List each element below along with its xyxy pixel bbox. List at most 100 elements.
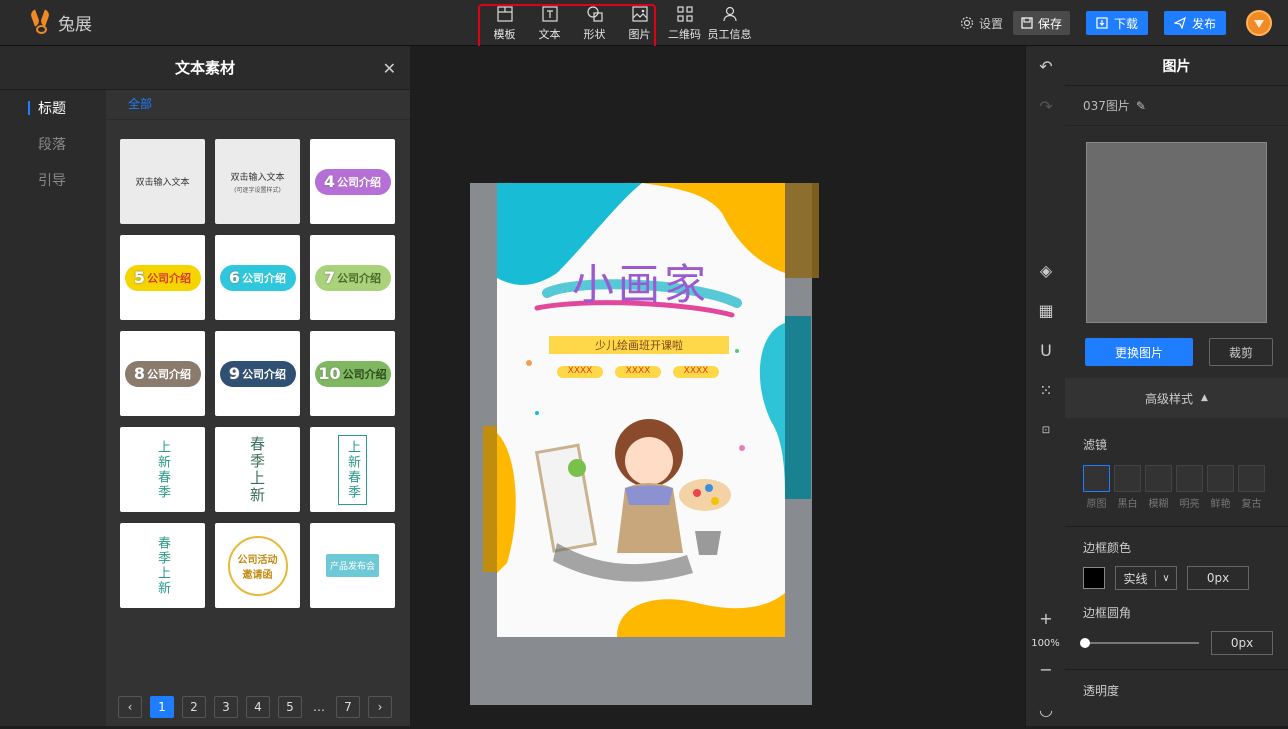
save-button[interactable]: 保存: [1012, 11, 1070, 35]
material-tile[interactable]: 产品发布会: [310, 523, 395, 608]
tool-shape[interactable]: 形状: [572, 0, 617, 46]
page-button[interactable]: 7: [336, 696, 360, 718]
logo-text: 兔展: [58, 14, 92, 35]
poster-tag[interactable]: XXXX: [615, 366, 661, 376]
tile-text: 公司介绍: [242, 367, 287, 381]
poster-tag[interactable]: XXXX: [557, 366, 603, 376]
edit-icon[interactable]: ✎: [1136, 99, 1146, 113]
page-button[interactable]: 5: [278, 696, 302, 718]
poster-tag[interactable]: XXXX: [673, 366, 719, 376]
filter-option[interactable]: 明亮: [1176, 465, 1203, 510]
layers-icon[interactable]: ◈: [1026, 250, 1066, 290]
material-tile[interactable]: 双击输入文本 (可逐字设置样式): [215, 139, 300, 224]
zoom-in-icon[interactable]: +: [1026, 598, 1066, 638]
border-style-select[interactable]: 实线 ∨: [1115, 566, 1177, 590]
avatar-icon: [1254, 20, 1264, 28]
tool-employee[interactable]: 员工信息: [707, 0, 752, 46]
sub-tab-all[interactable]: 全部: [106, 90, 410, 120]
undo-icon[interactable]: ↶: [1026, 46, 1066, 86]
redo-icon[interactable]: ↷: [1026, 86, 1066, 126]
publish-button[interactable]: 发布: [1164, 11, 1226, 35]
category-guide[interactable]: 引导: [0, 162, 106, 198]
prev-page-button[interactable]: ‹: [118, 696, 142, 718]
filter-option[interactable]: 模糊: [1145, 465, 1172, 510]
tile-number: 6: [228, 268, 241, 287]
tool-qrcode[interactable]: 二维码: [662, 0, 707, 46]
page-button[interactable]: 3: [214, 696, 238, 718]
material-tile[interactable]: 8 公司介绍: [120, 331, 205, 416]
advanced-style-toggle[interactable]: 高级样式 ▲: [1065, 378, 1288, 418]
border-radius-slider[interactable]: [1080, 638, 1199, 648]
grid-icon[interactable]: ⁙: [1026, 370, 1066, 410]
divider: [1065, 526, 1288, 527]
material-tile[interactable]: 6 公司介绍: [215, 235, 300, 320]
help-icon[interactable]: ◡: [1026, 689, 1066, 729]
logo[interactable]: 兔展: [30, 8, 92, 36]
crop-button[interactable]: 裁剪: [1209, 338, 1273, 366]
material-tile[interactable]: 9 公司介绍: [215, 331, 300, 416]
next-page-button[interactable]: ›: [368, 696, 392, 718]
avatar[interactable]: [1246, 10, 1272, 36]
filter-name: 黑白: [1117, 499, 1138, 510]
material-tile[interactable]: 公司活动邀请函: [215, 523, 300, 608]
border-width-input[interactable]: 0px: [1187, 566, 1249, 590]
page-button[interactable]: 2: [182, 696, 206, 718]
material-tile[interactable]: 双击输入文本: [120, 139, 205, 224]
filter-list: 原图 黑白 模糊 明亮 鲜艳 复古: [1083, 465, 1288, 510]
filter-option[interactable]: 复古: [1238, 465, 1265, 510]
filter-name: 原图: [1086, 499, 1107, 510]
property-panel: 图片 037图片 ✎ 更换图片 裁剪 高级样式 ▲ 滤镜 原图 黑白 模糊 明亮…: [1065, 46, 1288, 726]
border-radius-input[interactable]: 0px: [1211, 631, 1273, 655]
download-button[interactable]: 下载: [1086, 11, 1148, 35]
material-tile[interactable]: 7 公司介绍: [310, 235, 395, 320]
border-color-swatch[interactable]: [1083, 567, 1105, 589]
replace-image-button[interactable]: 更换图片: [1085, 338, 1193, 366]
tile-text: 公司介绍: [342, 367, 387, 381]
close-icon[interactable]: ✕: [383, 59, 396, 78]
percent-icon[interactable]: ⊡: [1026, 410, 1066, 450]
material-tile[interactable]: 4 公司介绍: [310, 139, 395, 224]
settings-button[interactable]: 设置: [960, 15, 1003, 32]
material-tile[interactable]: 春季上新: [120, 523, 205, 608]
border-radius-label: 边框圆角: [1083, 606, 1132, 620]
tile-pill: 7 公司介绍: [314, 264, 391, 291]
opacity-label: 透明度: [1083, 684, 1120, 698]
filter-option[interactable]: 黑白: [1114, 465, 1141, 510]
tile-number: 7: [323, 268, 336, 287]
material-tile[interactable]: 10 公司介绍: [310, 331, 395, 416]
tool-shape-label: 形状: [583, 27, 606, 41]
filter-option[interactable]: 鲜艳: [1207, 465, 1234, 510]
tile-text: 上新春季: [338, 434, 367, 505]
selection-overlay: [785, 316, 811, 499]
poster-title[interactable]: 小画家: [497, 251, 785, 312]
poster-subtitle[interactable]: 少儿绘画班开课啦: [549, 337, 729, 353]
tile-text: 公司活动邀请函: [227, 535, 288, 596]
tile-pill: 4 公司介绍: [314, 168, 391, 195]
page-button[interactable]: 4: [246, 696, 270, 718]
element-name-row: 037图片 ✎: [1065, 86, 1288, 126]
filter-option[interactable]: 原图: [1083, 465, 1110, 510]
category-paragraph[interactable]: 段落: [0, 126, 106, 162]
save-icon: [1021, 17, 1033, 29]
ruler-icon[interactable]: ▦: [1026, 290, 1066, 330]
material-tile[interactable]: 上新春季: [310, 427, 395, 512]
category-title[interactable]: 标题: [0, 90, 106, 126]
tile-pill: 8 公司介绍: [124, 360, 201, 387]
poster-canvas[interactable]: 小画家 少儿绘画班开课啦 XXXX XXXX XXXX: [497, 183, 785, 637]
material-tile[interactable]: 5 公司介绍: [120, 235, 205, 320]
image-preview: [1086, 142, 1267, 323]
slider-knob[interactable]: [1080, 638, 1090, 648]
tool-template[interactable]: 模板: [482, 0, 527, 46]
tile-text: 双击输入文本: [230, 172, 285, 183]
material-tile[interactable]: 春季上新: [215, 427, 300, 512]
material-grid: 双击输入文本 双击输入文本 (可逐字设置样式) 4 公司介绍 5 公司介绍 6 公司介…: [120, 139, 395, 608]
magnet-icon[interactable]: U: [1026, 330, 1066, 370]
material-tile[interactable]: 上新春季: [120, 427, 205, 512]
tool-text[interactable]: 文本: [527, 0, 572, 46]
save-label: 保存: [1037, 16, 1062, 31]
page-ellipsis: …: [313, 700, 325, 714]
page-button[interactable]: 1: [150, 696, 174, 718]
tool-image[interactable]: 图片: [617, 0, 662, 46]
zoom-out-icon[interactable]: −: [1026, 649, 1066, 689]
element-name[interactable]: 037图片: [1083, 97, 1130, 114]
